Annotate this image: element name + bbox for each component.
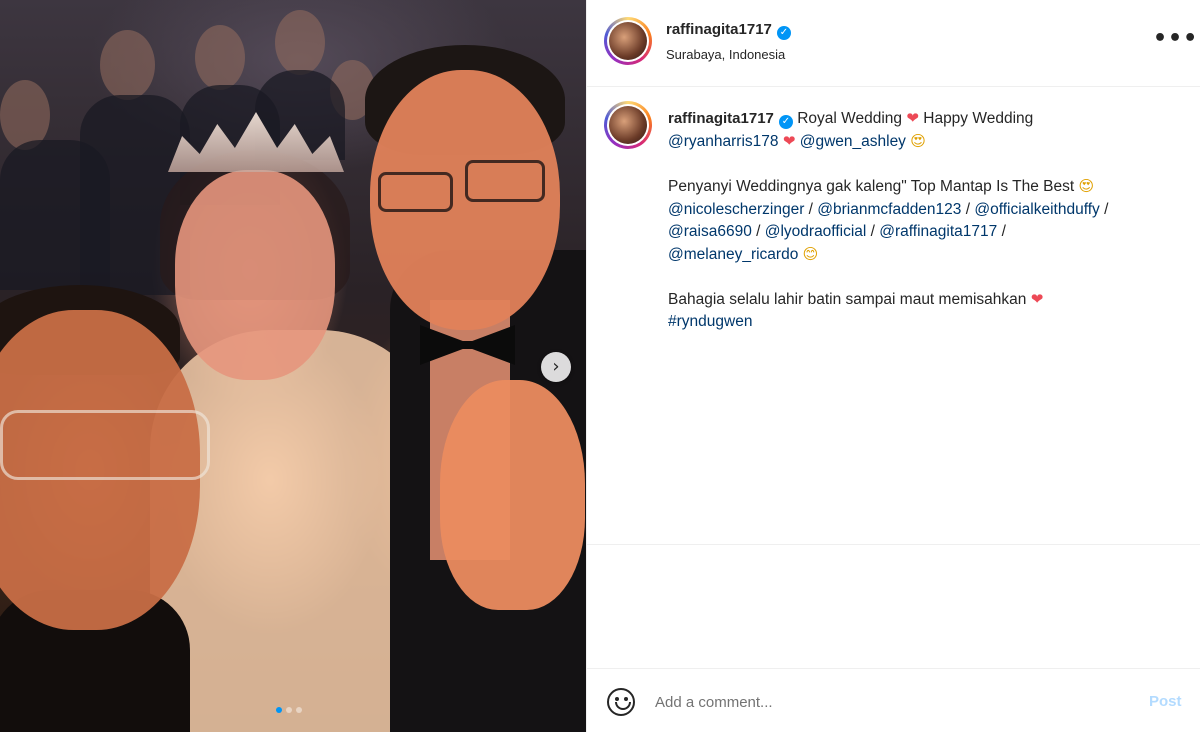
avatar-image bbox=[609, 22, 647, 60]
mention-link[interactable]: @raisa6690 bbox=[668, 223, 752, 240]
caption-text: Happy Wedding bbox=[923, 110, 1034, 127]
glasses bbox=[465, 160, 545, 202]
crowd-body bbox=[0, 140, 110, 290]
comment-input[interactable] bbox=[655, 690, 1115, 714]
glasses bbox=[0, 410, 210, 480]
caption-text: Penyanyi Weddingnya gak kaleng" Top Mant… bbox=[668, 178, 1075, 196]
verified-badge-icon: ✓ bbox=[778, 115, 793, 129]
smile-emoji-icon: 😊 bbox=[802, 245, 819, 264]
carousel-indicator bbox=[276, 707, 302, 713]
avatar-image bbox=[609, 106, 647, 144]
more-options-button[interactable]: ••• bbox=[1153, 28, 1198, 50]
caption-area: raffinagita1717 ✓ Royal Wedding ❤ Happy W… bbox=[587, 87, 1200, 545]
heart-emoji-icon: ❤ bbox=[906, 109, 919, 127]
emoji-picker-icon[interactable] bbox=[607, 688, 635, 716]
carousel-dot bbox=[296, 707, 302, 713]
heart-eyes-emoji-icon: 😍 bbox=[910, 132, 926, 151]
crowd-head bbox=[195, 25, 245, 90]
mention-link[interactable]: @raffinagita1717 bbox=[879, 223, 997, 240]
separator: / bbox=[751, 222, 765, 240]
thumbs-up-hand bbox=[440, 380, 585, 610]
glasses bbox=[378, 172, 453, 212]
carousel-dot bbox=[276, 707, 282, 713]
mention-link[interactable]: @gwen_ashley bbox=[800, 133, 906, 150]
separator: / bbox=[961, 200, 975, 218]
chevron-right-icon: › bbox=[552, 356, 560, 377]
mention-link[interactable]: @ryanharris178 bbox=[668, 133, 779, 150]
username-link[interactable]: raffinagita1717 bbox=[666, 21, 772, 38]
heart-emoji-icon: ❤ bbox=[1030, 290, 1044, 309]
separator: / bbox=[866, 222, 880, 240]
bride-face bbox=[175, 170, 335, 380]
separator: / bbox=[804, 200, 818, 218]
post-comment-button[interactable]: Post bbox=[1149, 693, 1182, 710]
post-header: raffinagita1717 ✓ Surabaya, Indonesia ••• bbox=[587, 0, 1200, 87]
hashtag-link[interactable]: #ryndugwen bbox=[668, 313, 752, 330]
mention-link[interactable]: @melaney_ricardo bbox=[668, 246, 798, 263]
caption-text: Bahagia selalu lahir batin sampai maut m… bbox=[668, 291, 1027, 309]
post-photo[interactable]: › bbox=[0, 0, 586, 732]
separator: / bbox=[1099, 200, 1109, 218]
carousel-next-button[interactable]: › bbox=[541, 352, 571, 382]
comment-bar: Post bbox=[587, 668, 1200, 732]
caption-username-link[interactable]: raffinagita1717 bbox=[668, 110, 774, 127]
mention-link[interactable]: @nicolescherzinger bbox=[668, 201, 804, 218]
carousel-dot bbox=[286, 707, 292, 713]
mention-link[interactable]: @lyodraofficial bbox=[765, 223, 867, 240]
heart-eyes-emoji-icon: 😍 bbox=[1078, 177, 1095, 196]
crowd-head bbox=[275, 10, 325, 75]
location-link[interactable]: Surabaya, Indonesia bbox=[666, 47, 785, 62]
caption-text: Royal Wedding bbox=[797, 110, 903, 127]
heart-emoji-icon: ❤ bbox=[782, 132, 796, 151]
mention-link[interactable]: @officialkeithduffy bbox=[974, 201, 1099, 218]
crowd-head bbox=[100, 30, 155, 100]
avatar[interactable] bbox=[604, 17, 652, 65]
post-caption: raffinagita1717 ✓ Royal Wedding ❤ Happy W… bbox=[668, 107, 1183, 334]
post-side-panel: raffinagita1717 ✓ Surabaya, Indonesia •••… bbox=[586, 0, 1200, 732]
separator: / bbox=[997, 222, 1006, 240]
mention-link[interactable]: @brianmcfadden123 bbox=[817, 201, 961, 218]
verified-badge-icon: ✓ bbox=[776, 26, 791, 40]
avatar[interactable] bbox=[604, 101, 652, 149]
